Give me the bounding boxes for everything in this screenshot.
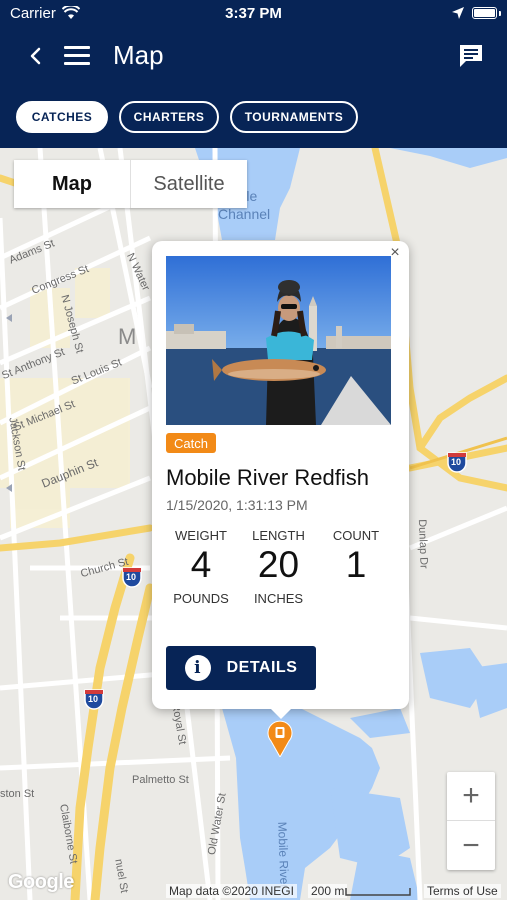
map-label-street: Palmetto St (132, 774, 189, 786)
stat-unit: POUNDS (173, 591, 229, 606)
stat-label: COUNT (332, 528, 380, 543)
page-title: Map (113, 40, 164, 70)
battery-icon (472, 7, 497, 19)
hamburger-menu-icon[interactable] (64, 46, 90, 66)
stat-count: COUNT 1 (321, 528, 391, 606)
details-button[interactable]: i DETAILS (166, 646, 316, 690)
catch-date: 1/15/2020, 1:31:13 PM (166, 497, 308, 513)
catch-map-marker-icon[interactable] (267, 719, 293, 757)
map-label-street: ston St (0, 788, 35, 800)
zoom-in-button[interactable]: + (447, 772, 495, 821)
stat-length: LENGTH 20 INCHES (244, 528, 314, 606)
catch-info-card: × Catch Mobile River Redfish 1/15/2020, … (152, 241, 409, 719)
stat-unit: INCHES (253, 591, 304, 606)
card-pointer (271, 709, 291, 719)
stat-label: WEIGHT (175, 528, 227, 543)
battery-tip (499, 11, 501, 16)
stat-weight: WEIGHT 4 POUNDS (166, 528, 236, 606)
location-arrow-icon (452, 7, 464, 19)
terms-of-use-link[interactable]: Terms of Use (424, 884, 501, 898)
map-type-satellite-button[interactable]: Satellite (131, 160, 247, 208)
back-chevron-icon[interactable] (26, 44, 46, 68)
filter-tabs: CATCHES CHARTERS TOURNAMENTS (16, 101, 358, 133)
map-scale-label: 200 m (308, 884, 348, 898)
tab-catches[interactable]: CATCHES (16, 101, 108, 133)
google-logo: Google (8, 871, 74, 893)
catch-photo (166, 256, 391, 425)
map-label-street: Dunlap Dr (415, 519, 430, 569)
map-scale-bar (345, 888, 411, 896)
chat-icon[interactable] (457, 42, 485, 70)
tab-tournaments[interactable]: TOURNAMENTS (230, 101, 358, 133)
app-header: Carrier 3:37 PM Map CATCHES CHARTERS TOU… (0, 0, 507, 148)
stat-label: LENGTH (252, 528, 305, 543)
zoom-out-button[interactable]: − (447, 821, 495, 870)
highway-shield-10: 10 (126, 572, 137, 582)
tab-charters[interactable]: CHARTERS (119, 101, 219, 133)
catch-type-badge: Catch (166, 433, 216, 453)
status-bar: Carrier 3:37 PM (0, 0, 507, 28)
stat-value: 20 (257, 544, 300, 585)
stat-value: 4 (190, 544, 212, 585)
map-type-map-button[interactable]: Map (14, 160, 131, 208)
map-label-mobile-channel: Channel (218, 206, 271, 222)
map-label-city: M (118, 324, 137, 349)
info-icon: i (184, 655, 211, 681)
highway-shield-10: 10 (451, 457, 462, 467)
map-label-mobile-river: Mobile River (275, 821, 292, 889)
map-type-toggle: Map Satellite (14, 160, 247, 208)
highway-shield-10: 10 (88, 694, 99, 704)
catch-stats: WEIGHT 4 POUNDS LENGTH 20 INCHES COUNT 1 (166, 528, 391, 606)
catch-title: Mobile River Redfish (166, 465, 369, 490)
zoom-controls: + − (447, 772, 495, 870)
nav-bar: Map (0, 36, 507, 76)
stat-value: 1 (345, 544, 367, 585)
status-time: 3:37 PM (225, 5, 282, 22)
details-label: DETAILS (226, 659, 298, 676)
map-data-attribution: Map data ©2020 INEGI (166, 884, 297, 898)
